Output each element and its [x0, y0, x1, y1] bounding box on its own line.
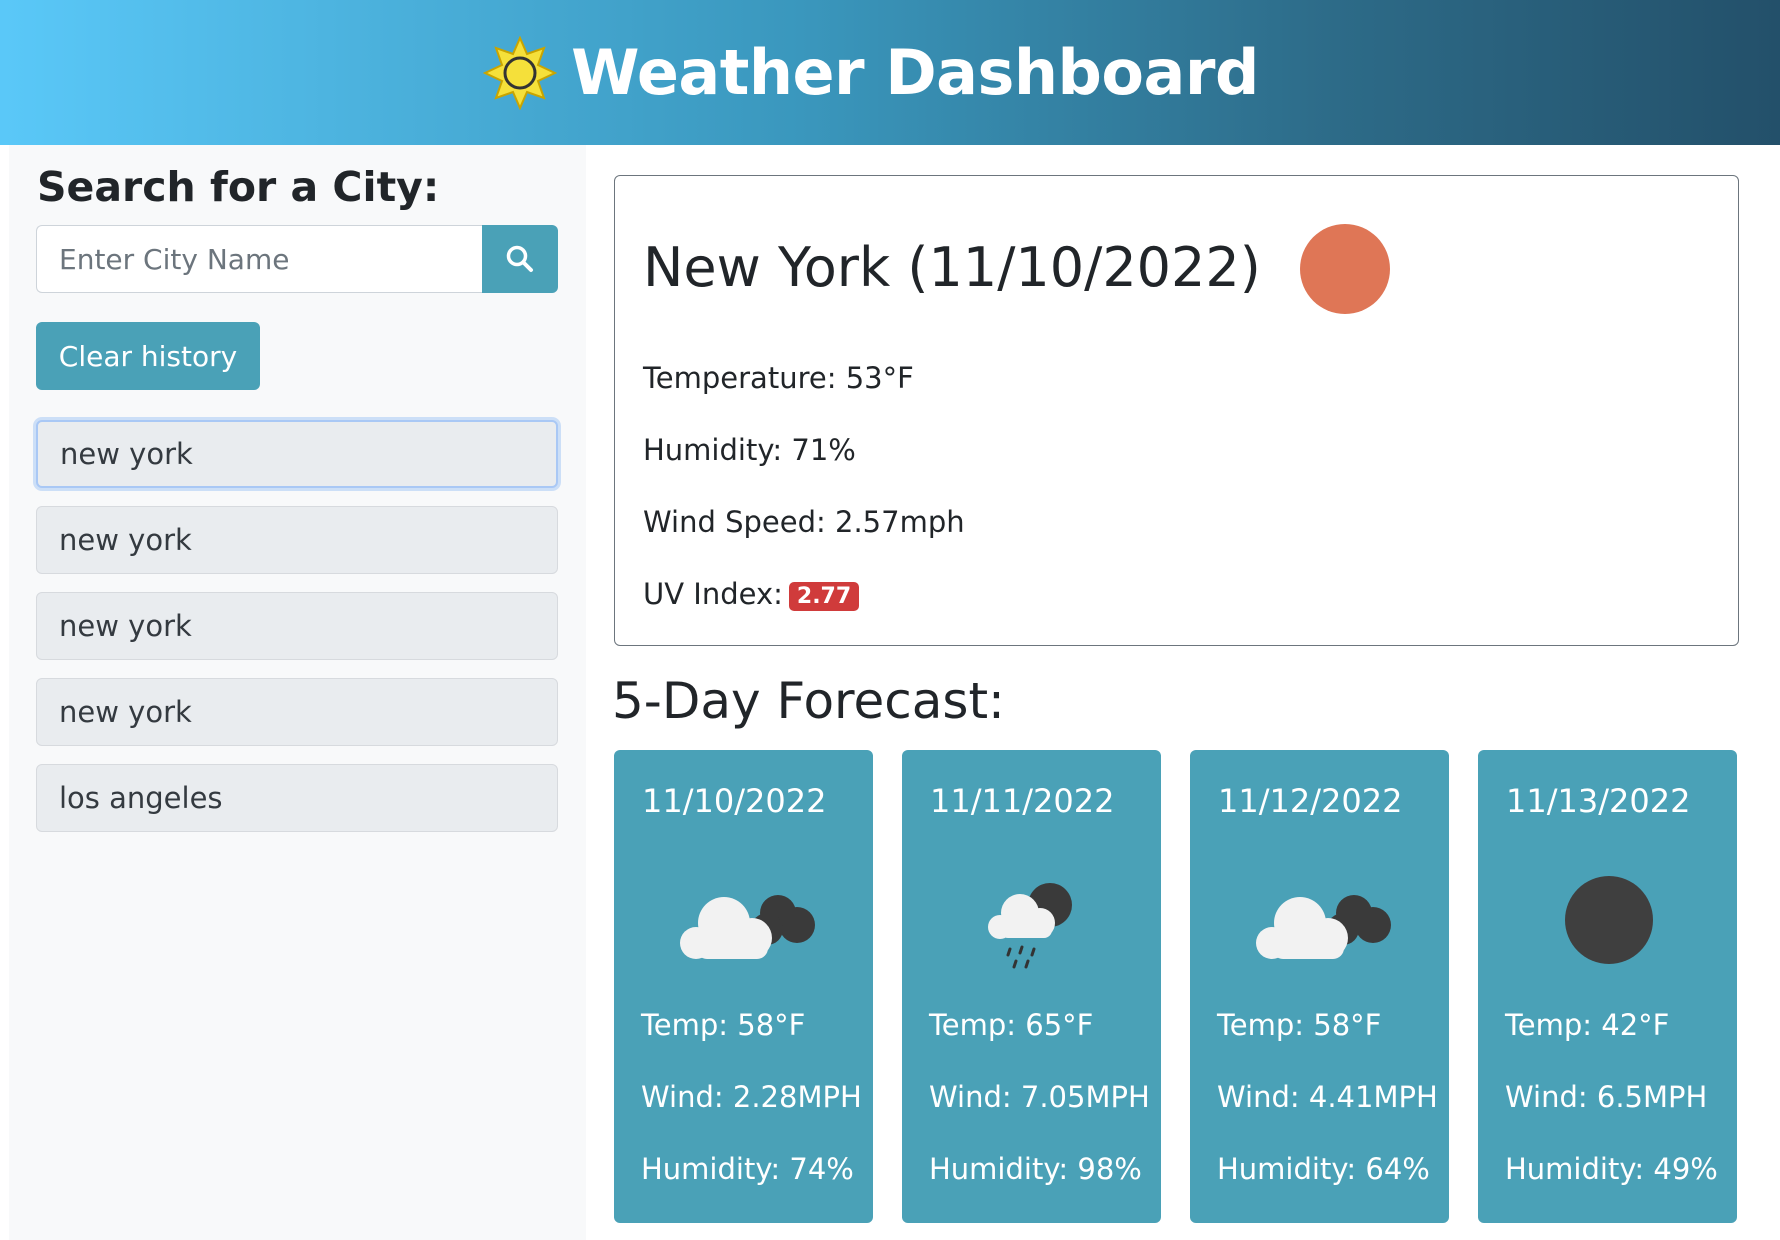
clear-history-button[interactable]: Clear history [36, 322, 260, 390]
search-history-list: new york new york new york new york los … [36, 420, 558, 850]
forecast-card: 11/13/2022 Temp: 42°F Wind: 6.5MPH Humid… [1478, 750, 1737, 1223]
current-wind: Wind Speed: 2.57mph [643, 505, 965, 539]
forecast-date: 11/10/2022 [642, 782, 827, 820]
broken-clouds-icon [680, 895, 815, 959]
forecast-card: 11/12/2022 Temp: 58°F Wind: 4.41MPH Humi… [1190, 750, 1449, 1223]
forecast-row: 11/10/2022 Temp: 58°F Wind: 2.28MPH Humi… [614, 750, 1780, 1223]
search-group [36, 225, 558, 293]
current-uv: UV Index: 2.77 [643, 577, 860, 611]
forecast-humidity: Humidity: 98% [929, 1152, 1142, 1186]
history-item-label: new york [60, 437, 193, 471]
broken-clouds-icon [1256, 895, 1391, 959]
city-search-input[interactable] [36, 225, 482, 293]
current-humidity: Humidity: 71% [643, 433, 856, 467]
forecast-date: 11/13/2022 [1506, 782, 1691, 820]
forecast-temp: Temp: 58°F [1217, 1008, 1382, 1042]
forecast-wind: Wind: 4.41MPH [1217, 1080, 1438, 1114]
forecast-card: 11/10/2022 Temp: 58°F Wind: 2.28MPH Humi… [614, 750, 873, 1223]
history-item[interactable]: new york [36, 506, 558, 574]
forecast-date: 11/12/2022 [1218, 782, 1403, 820]
current-city-title: New York (11/10/2022) [643, 236, 1261, 299]
search-icon [506, 245, 533, 272]
clear-night-icon [1565, 876, 1653, 964]
current-temperature: Temperature: 53°F [643, 361, 914, 395]
page-header: Weather Dashboard [0, 0, 1780, 145]
clear-sky-icon [1300, 224, 1390, 314]
history-item-label: new york [59, 523, 192, 557]
history-item[interactable]: new york [36, 678, 558, 746]
forecast-temp: Temp: 65°F [929, 1008, 1094, 1042]
forecast-temp: Temp: 58°F [641, 1008, 806, 1042]
header-title-group: Weather Dashboard [483, 35, 1259, 110]
forecast-humidity: Humidity: 64% [1217, 1152, 1430, 1186]
forecast-title: 5-Day Forecast: [612, 672, 1005, 730]
forecast-wind: Wind: 6.5MPH [1505, 1080, 1708, 1114]
history-item[interactable]: new york [36, 420, 558, 488]
forecast-wind: Wind: 7.05MPH [929, 1080, 1150, 1114]
sidebar: Search for a City: Clear history new yor… [9, 145, 586, 1240]
forecast-temp: Temp: 42°F [1505, 1008, 1670, 1042]
search-heading: Search for a City: [37, 163, 440, 211]
history-item-label: new york [59, 695, 192, 729]
history-item-label: los angeles [59, 781, 223, 815]
history-item[interactable]: new york [36, 592, 558, 660]
current-weather-card: New York (11/10/2022) Temperature: 53°F … [614, 175, 1739, 646]
uv-index-badge: 2.77 [788, 581, 860, 611]
forecast-wind: Wind: 2.28MPH [641, 1080, 862, 1114]
uv-label: UV Index: [643, 577, 783, 611]
forecast-date: 11/11/2022 [930, 782, 1115, 820]
sun-icon [483, 35, 558, 110]
rain-icon [988, 883, 1072, 969]
forecast-humidity: Humidity: 49% [1505, 1152, 1718, 1186]
forecast-humidity: Humidity: 74% [641, 1152, 854, 1186]
search-button[interactable] [482, 225, 558, 293]
page-title: Weather Dashboard [571, 36, 1259, 109]
forecast-card: 11/11/2022 Temp: 65°F Wind: 7.05MPH Humi… [902, 750, 1161, 1223]
history-item[interactable]: los angeles [36, 764, 558, 832]
history-item-label: new york [59, 609, 192, 643]
